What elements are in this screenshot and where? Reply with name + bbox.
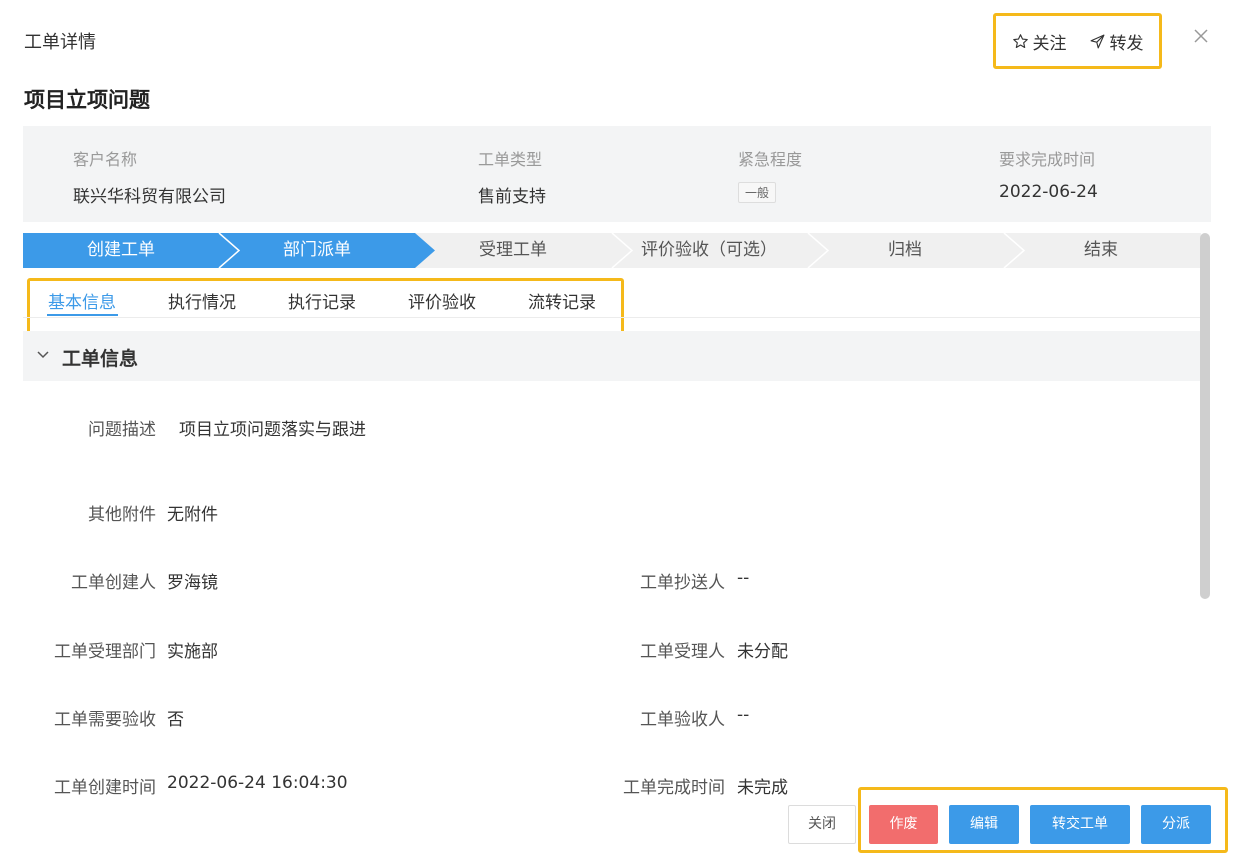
step-end: 结束 bbox=[1084, 240, 1118, 260]
forward-button[interactable]: 转发 bbox=[1089, 29, 1144, 54]
tab-execution-log[interactable]: 执行记录 bbox=[288, 288, 356, 313]
assignee-label: 工单受理人 bbox=[640, 642, 725, 662]
follow-label: 关注 bbox=[1032, 33, 1067, 54]
close-button[interactable]: 关闭 bbox=[788, 805, 856, 844]
summary-urgency: 紧急程度 一般 bbox=[738, 146, 802, 203]
type-value: 售前支持 bbox=[478, 187, 546, 207]
cc-label: 工单抄送人 bbox=[640, 573, 725, 593]
section-title: 工单信息 bbox=[62, 348, 139, 370]
acceptor-value: -- bbox=[737, 705, 750, 725]
tabs-divider bbox=[23, 317, 1201, 318]
step-evaluate: 评价验收（可选） bbox=[641, 240, 777, 260]
cc-value: -- bbox=[737, 568, 750, 588]
step-archive: 归档 bbox=[888, 240, 922, 260]
dispatch-button[interactable]: 分派 bbox=[1141, 805, 1211, 844]
page-title: 项目立项问题 bbox=[24, 88, 150, 112]
creator-value: 罗海镜 bbox=[167, 573, 218, 593]
step-dispatch: 部门派单 bbox=[283, 240, 351, 260]
step-accept: 受理工单 bbox=[479, 240, 547, 260]
tab-flow-log[interactable]: 流转记录 bbox=[528, 288, 596, 313]
forward-label: 转发 bbox=[1109, 33, 1144, 54]
due-value: 2022-06-24 bbox=[999, 182, 1098, 202]
need-accept-label: 工单需要验收 bbox=[54, 710, 156, 730]
summary-panel: 客户名称 联兴华科贸有限公司 工单类型 售前支持 紧急程度 一般 要求完成时间 … bbox=[23, 126, 1211, 222]
created-time-label: 工单创建时间 bbox=[54, 778, 156, 798]
need-accept-value: 否 bbox=[167, 710, 184, 730]
type-label: 工单类型 bbox=[478, 150, 543, 169]
close-icon[interactable] bbox=[1191, 26, 1211, 46]
creator-label: 工单创建人 bbox=[71, 573, 156, 593]
tab-basic-info[interactable]: 基本信息 bbox=[48, 288, 116, 313]
step-create: 创建工单 bbox=[87, 240, 155, 260]
summary-type: 工单类型 售前支持 bbox=[478, 146, 546, 207]
urgency-label: 紧急程度 bbox=[738, 150, 803, 169]
workflow-steps: 创建工单 部门派单 受理工单 评价验收（可选） 归档 结束 bbox=[23, 233, 1201, 268]
finish-time-label: 工单完成时间 bbox=[623, 778, 725, 798]
summary-customer: 客户名称 联兴华科贸有限公司 bbox=[73, 146, 226, 207]
urgency-badge: 一般 bbox=[738, 182, 777, 203]
star-icon bbox=[1012, 33, 1028, 48]
description-label: 问题描述 bbox=[88, 420, 156, 440]
active-tab-indicator bbox=[47, 314, 118, 316]
due-label: 要求完成时间 bbox=[999, 150, 1096, 169]
attachments-label: 其他附件 bbox=[88, 505, 156, 525]
dept-label: 工单受理部门 bbox=[54, 642, 156, 662]
customer-label: 客户名称 bbox=[73, 150, 138, 169]
acceptor-label: 工单验收人 bbox=[640, 710, 725, 730]
chevron-down-icon[interactable] bbox=[36, 348, 50, 362]
dept-value: 实施部 bbox=[167, 642, 218, 662]
dialog-title: 工单详情 bbox=[24, 32, 96, 53]
transfer-button[interactable]: 转交工单 bbox=[1030, 805, 1130, 844]
created-time-value: 2022-06-24 16:04:30 bbox=[167, 773, 348, 793]
summary-due: 要求完成时间 2022-06-24 bbox=[999, 146, 1098, 202]
tab-execution-status[interactable]: 执行情况 bbox=[168, 288, 236, 313]
customer-value: 联兴华科贸有限公司 bbox=[73, 187, 226, 207]
tab-evaluation[interactable]: 评价验收 bbox=[408, 288, 476, 313]
section-header[interactable] bbox=[23, 331, 1201, 381]
attachments-value: 无附件 bbox=[167, 505, 218, 525]
header-actions: 关注 转发 bbox=[993, 13, 1162, 69]
assignee-value: 未分配 bbox=[737, 642, 788, 662]
follow-button[interactable]: 关注 bbox=[1012, 29, 1067, 54]
void-button[interactable]: 作废 bbox=[869, 805, 938, 844]
edit-button[interactable]: 编辑 bbox=[949, 805, 1019, 844]
scrollbar-thumb[interactable] bbox=[1200, 233, 1210, 599]
finish-time-value: 未完成 bbox=[737, 778, 788, 798]
send-icon bbox=[1090, 34, 1104, 48]
description-value: 项目立项问题落实与跟进 bbox=[179, 420, 366, 440]
